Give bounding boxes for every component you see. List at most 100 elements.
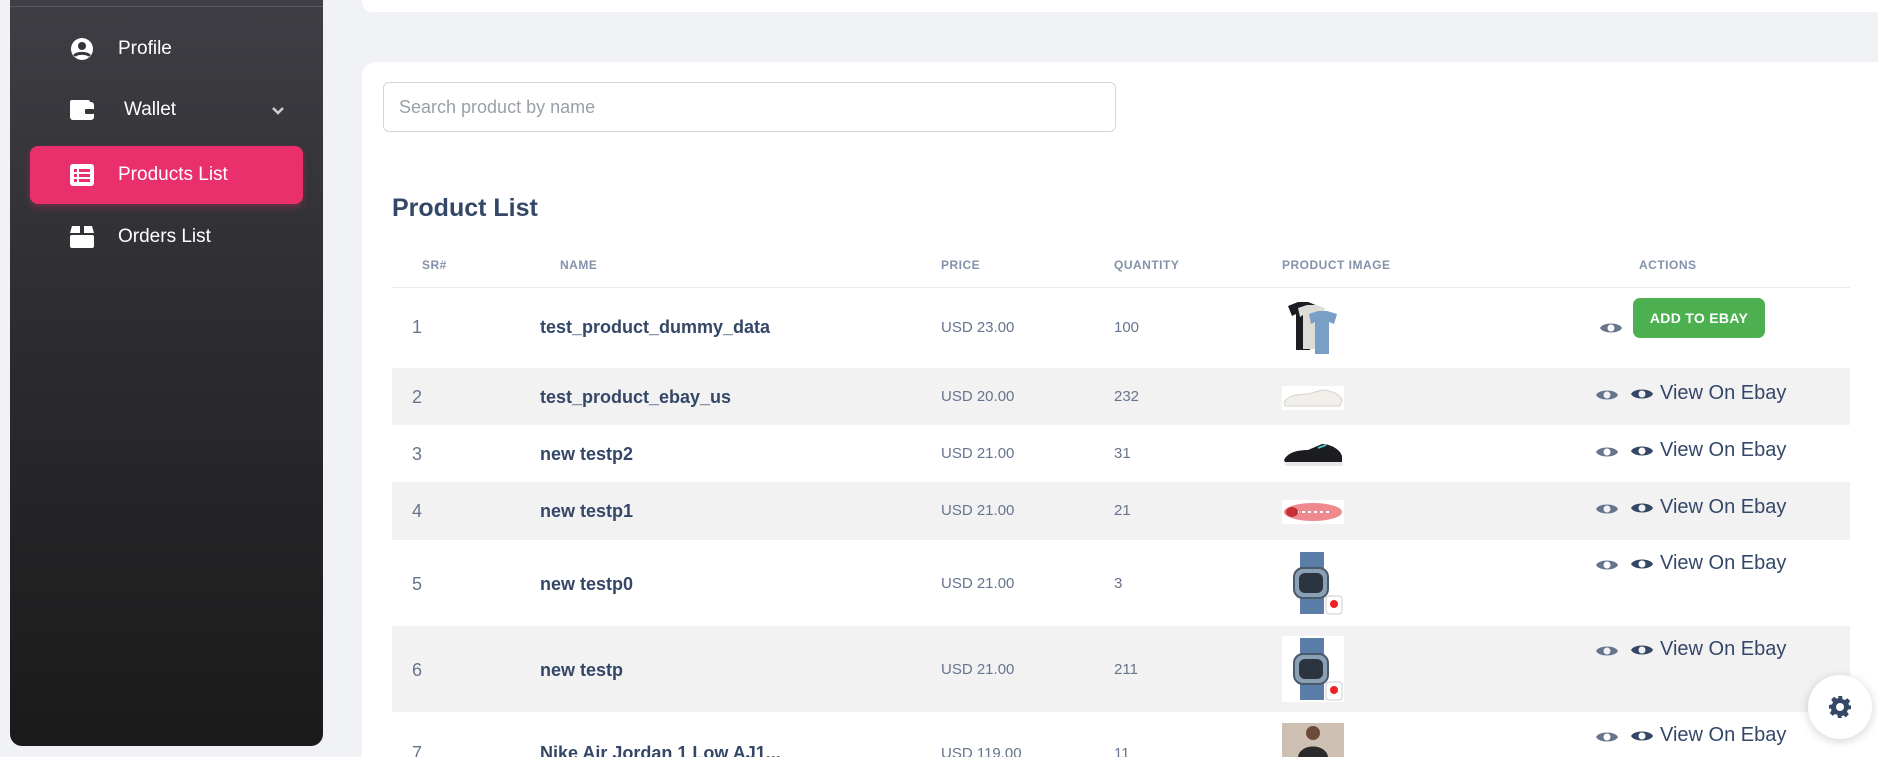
- product-price: USD 21.00: [941, 445, 1015, 462]
- sidebar-item-label: Products List: [118, 164, 228, 185]
- table-row: 6 new testp USD 21.00 211 View On Ebay: [392, 626, 1850, 712]
- top-card: [362, 0, 1878, 12]
- product-name: new testp1: [540, 501, 634, 521]
- wallet-icon: [68, 96, 96, 124]
- sr-number: 5: [412, 574, 423, 594]
- product-price: USD 23.00: [941, 319, 1015, 336]
- column-header-product-image: PRODUCT IMAGE: [1282, 258, 1391, 272]
- sr-number: 6: [412, 660, 423, 680]
- sr-number: 3: [412, 444, 423, 464]
- table-row: 3 new testp2 USD 21.00 31 View On Ebay: [392, 425, 1850, 482]
- eye-icon[interactable]: [1595, 557, 1619, 578]
- product-image: [1282, 439, 1344, 469]
- product-quantity: 21: [1114, 502, 1131, 519]
- eye-icon: [1631, 559, 1653, 568]
- eye-icon: [1631, 446, 1653, 455]
- column-header-actions: ACTIONS: [1639, 258, 1697, 272]
- view-on-ebay-label: View On Ebay: [1660, 638, 1787, 660]
- product-quantity: 211: [1114, 661, 1138, 678]
- product-image: [1282, 499, 1344, 525]
- column-header-price: PRICE: [941, 258, 981, 272]
- actions-cell: View On Ebay: [1505, 425, 1850, 482]
- product-price: USD 21.00: [941, 661, 1015, 678]
- eye-icon[interactable]: [1595, 444, 1619, 465]
- table-row: 1 test_product_dummy_data USD 23.00 100: [392, 289, 1850, 368]
- table-header: SR# NAME PRICE QUANTITY PRODUCT IMAGE AC…: [392, 252, 1850, 288]
- table-row: 5 new testp0 USD 21.00 3 View On Ebay: [392, 540, 1850, 626]
- eye-icon: [1631, 503, 1653, 512]
- settings-button[interactable]: [1808, 675, 1872, 739]
- product-image: [1282, 384, 1344, 412]
- column-header-quantity: QUANTITY: [1114, 258, 1180, 272]
- product-name: new testp2: [540, 444, 634, 464]
- product-image: [1282, 636, 1344, 702]
- chevron-down-icon[interactable]: [271, 100, 285, 122]
- product-quantity: 31: [1114, 445, 1131, 462]
- sidebar-item-label: Profile: [118, 38, 172, 59]
- sr-number: 2: [412, 387, 423, 407]
- sidebar-item-orders-list[interactable]: Orders List: [30, 208, 303, 266]
- eye-icon[interactable]: [1599, 320, 1623, 341]
- sr-number: 4: [412, 501, 423, 521]
- box-icon: [68, 223, 96, 251]
- sr-number: 1: [412, 317, 423, 337]
- product-image: [1282, 550, 1344, 616]
- view-on-ebay-label: View On Ebay: [1660, 382, 1787, 404]
- view-on-ebay-button[interactable]: View On Ebay: [1630, 638, 1786, 661]
- product-image: [1282, 299, 1344, 357]
- sidebar-item-wallet[interactable]: Wallet: [30, 81, 303, 139]
- product-name: test_product_ebay_us: [540, 387, 732, 407]
- eye-icon: [1631, 731, 1653, 740]
- product-name: test_product_dummy_data: [540, 317, 771, 337]
- column-header-sr: SR#: [422, 258, 447, 272]
- actions-cell: View On Ebay: [1505, 540, 1850, 616]
- table-row: 4 new testp1 USD 21.00 21 View On Ebay: [392, 482, 1850, 540]
- actions-cell: View On Ebay: [1505, 368, 1850, 425]
- view-on-ebay-button[interactable]: View On Ebay: [1630, 439, 1786, 462]
- column-header-name: NAME: [560, 258, 598, 272]
- eye-icon: [1631, 389, 1653, 398]
- product-price: USD 21.00: [941, 575, 1015, 592]
- eye-icon[interactable]: [1595, 387, 1619, 408]
- view-on-ebay-button[interactable]: View On Ebay: [1630, 382, 1786, 405]
- product-name: new testp0: [540, 574, 634, 594]
- product-price: USD 20.00: [941, 388, 1015, 405]
- add-to-ebay-button[interactable]: ADD TO EBAY: [1633, 298, 1765, 338]
- product-price: USD 119.00: [941, 745, 1022, 757]
- actions-cell: View On Ebay: [1505, 712, 1850, 757]
- product-name: new testp: [540, 660, 624, 680]
- sidebar-item-label: Wallet: [124, 99, 177, 120]
- sidebar-divider: [10, 6, 323, 7]
- user-circle-icon: [68, 35, 96, 63]
- product-price: USD 21.00: [941, 502, 1015, 519]
- view-on-ebay-label: View On Ebay: [1660, 439, 1787, 461]
- search-input[interactable]: [383, 82, 1116, 132]
- sidebar-item-label: Orders List: [118, 226, 211, 247]
- eye-icon[interactable]: [1595, 501, 1619, 522]
- product-quantity: 3: [1114, 575, 1123, 592]
- view-on-ebay-label: View On Ebay: [1660, 552, 1787, 574]
- sidebar-item-products-list[interactable]: Products List: [30, 146, 303, 204]
- view-on-ebay-button[interactable]: View On Ebay: [1630, 496, 1786, 519]
- sidebar-item-profile[interactable]: Profile: [30, 20, 303, 78]
- gear-icon: [1829, 696, 1851, 718]
- product-quantity: 232: [1114, 388, 1140, 405]
- list-icon: [68, 161, 96, 189]
- page-title: Product List: [392, 194, 538, 222]
- product-quantity: 11: [1114, 745, 1130, 757]
- view-on-ebay-button[interactable]: View On Ebay: [1630, 724, 1786, 747]
- product-quantity: 100: [1114, 319, 1140, 336]
- actions-cell: View On Ebay: [1505, 482, 1850, 540]
- view-on-ebay-label: View On Ebay: [1660, 724, 1787, 746]
- sidebar: Profile Wallet Products List Orders List: [10, 0, 323, 746]
- table-row: 2 test_product_ebay_us USD 20.00 232 Vie…: [392, 368, 1850, 425]
- product-image: [1282, 723, 1344, 757]
- sr-number: 7: [412, 743, 423, 757]
- eye-icon: [1631, 645, 1653, 654]
- view-on-ebay-label: View On Ebay: [1660, 496, 1787, 518]
- view-on-ebay-button[interactable]: View On Ebay: [1630, 552, 1786, 575]
- eye-icon[interactable]: [1595, 729, 1619, 750]
- actions-cell: View On Ebay: [1505, 626, 1850, 712]
- eye-icon[interactable]: [1595, 643, 1619, 664]
- table-row: 7 Nike Air Jordan 1 Low AJ1... USD 119.0…: [392, 712, 1850, 757]
